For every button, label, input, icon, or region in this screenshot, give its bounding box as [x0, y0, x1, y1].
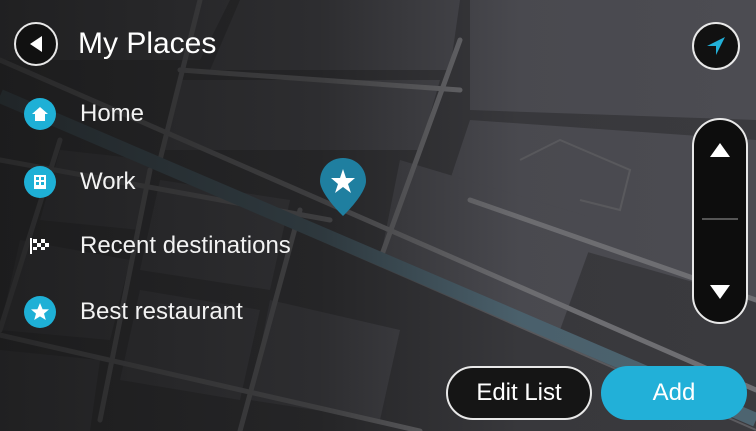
back-button[interactable] [14, 22, 58, 66]
home-icon [24, 98, 56, 130]
location-arrow-icon [707, 37, 725, 55]
place-label: Best restaurant [80, 298, 243, 325]
map-pin-star-icon[interactable] [318, 156, 368, 218]
current-location-button[interactable] [692, 22, 740, 70]
edit-list-button[interactable]: Edit List [446, 366, 592, 420]
work-building-icon [24, 166, 56, 198]
chevron-up-icon [710, 143, 730, 157]
scroll-divider [702, 218, 738, 220]
place-item-work[interactable]: Work [22, 162, 136, 202]
place-label: Home [80, 100, 145, 127]
place-label: Recent destinations [80, 232, 291, 259]
star-icon [24, 296, 56, 328]
scroll-down-button[interactable] [694, 268, 746, 316]
add-button[interactable]: Add [601, 366, 747, 420]
place-item-best-restaurant[interactable]: Best restaurant [22, 292, 243, 332]
page-title: My Places [78, 27, 217, 60]
checkered-flag-icon [30, 238, 49, 254]
place-item-recent-destinations[interactable]: Recent destinations [22, 226, 291, 266]
scroll-up-button[interactable] [694, 126, 746, 174]
place-label: Work [80, 168, 136, 195]
chevron-down-icon [710, 285, 730, 299]
place-item-home[interactable]: Home [22, 94, 144, 134]
my-places-screen: My Places Home Work Recent destinations [0, 0, 756, 431]
back-arrow-icon [30, 36, 42, 52]
scroll-control [692, 118, 748, 324]
